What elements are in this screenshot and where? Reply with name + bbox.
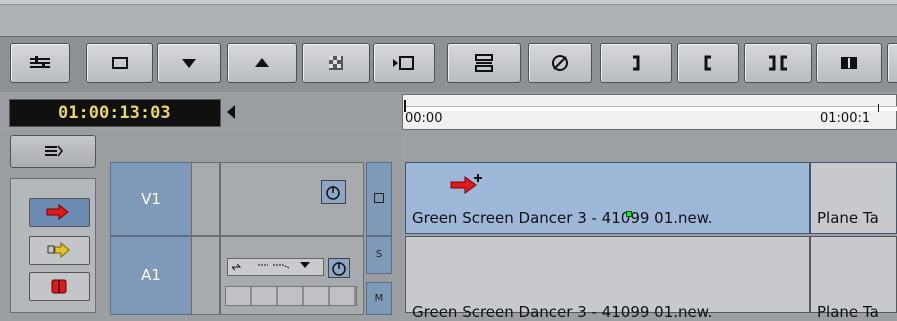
ruler-tick-end (878, 104, 879, 112)
track-a1-power-toggle[interactable] (328, 258, 350, 278)
bin-button[interactable] (86, 43, 153, 83)
green-marker-icon (626, 211, 632, 217)
mark-clip-button[interactable] (744, 43, 812, 83)
keyframe-icon (231, 262, 310, 271)
power-icon (326, 186, 340, 200)
render-button[interactable] (302, 43, 370, 83)
clip-a1-label: Green Screen Dancer 3 - 41099 01.new. (412, 303, 713, 321)
track-a1-mute[interactable]: M (366, 282, 392, 315)
clip-a1-next-label: Plane Ta (817, 303, 879, 321)
clear-button[interactable] (528, 43, 592, 83)
timecode-display[interactable]: 01:00:13:03 (9, 99, 221, 127)
mark-in-icon (704, 55, 711, 71)
track-a1-slot[interactable] (191, 236, 220, 315)
adjust-icon (30, 56, 50, 68)
audio-keyframe-tools[interactable] (227, 258, 324, 276)
clip-v1-label: Green Screen Dancer 3 - 41099 01.new. (412, 209, 713, 227)
yellow-arrow-button[interactable] (29, 236, 90, 265)
move-down-button[interactable] (157, 43, 221, 83)
no-icon (552, 55, 568, 71)
extra-button[interactable] (887, 43, 897, 83)
clip-v1-next-label: Plane Ta (817, 209, 879, 227)
clip-a1[interactable]: Green Screen Dancer 3 - 41099 01.new. (405, 236, 810, 321)
clip-a1-next[interactable]: Plane Ta (810, 236, 897, 321)
ruler-start-label: 00:00 (405, 111, 443, 126)
audio-meter-slots[interactable] (225, 286, 357, 306)
mark-in-button[interactable] (677, 43, 739, 83)
yellow-arrow-icon (47, 242, 70, 258)
source-arrow-button[interactable] (29, 198, 90, 227)
mark-clip-icon (769, 55, 787, 71)
track-v1-indicator[interactable] (366, 162, 392, 236)
track-v1-power-toggle[interactable] (321, 180, 346, 204)
power-icon (332, 262, 346, 276)
segment-button[interactable] (816, 43, 882, 83)
add-edit-icon (450, 174, 482, 194)
split-icon (475, 54, 493, 72)
checkerboard-icon (329, 56, 343, 70)
top-strip (0, 0, 897, 5)
split-button[interactable] (447, 43, 521, 83)
arrow-up-icon (255, 58, 269, 67)
red-arrow-icon (46, 204, 69, 220)
mark-out-button[interactable] (600, 43, 672, 83)
move-up-button[interactable] (227, 43, 297, 83)
segment-icon (841, 57, 857, 69)
track-menu-button[interactable] (10, 135, 96, 168)
list-icon (45, 145, 63, 157)
ruler-end-label: 01:00:1 (820, 111, 871, 126)
mark-out-icon (633, 55, 640, 71)
title-bar (0, 0, 897, 36)
track-v1-name[interactable]: V1 (110, 162, 192, 236)
timecode-menu-icon[interactable] (227, 105, 235, 119)
track-v1-slot[interactable] (191, 162, 220, 236)
clip-v1-next[interactable]: Plane Ta (810, 162, 897, 234)
red-block-button[interactable] (29, 272, 90, 301)
clip-v1-selected[interactable]: Green Screen Dancer 3 - 41099 01.new. (405, 162, 810, 234)
square-icon (374, 193, 384, 203)
track-a1-name[interactable]: A1 (110, 236, 192, 315)
play-into-frame-icon (393, 56, 414, 70)
red-block-icon (51, 279, 67, 294)
adjust-button[interactable] (10, 43, 70, 83)
track-a1-solo[interactable]: S (366, 236, 392, 274)
play-into-button[interactable] (373, 43, 435, 83)
folder-icon (111, 57, 128, 69)
arrow-down-icon (182, 59, 196, 68)
